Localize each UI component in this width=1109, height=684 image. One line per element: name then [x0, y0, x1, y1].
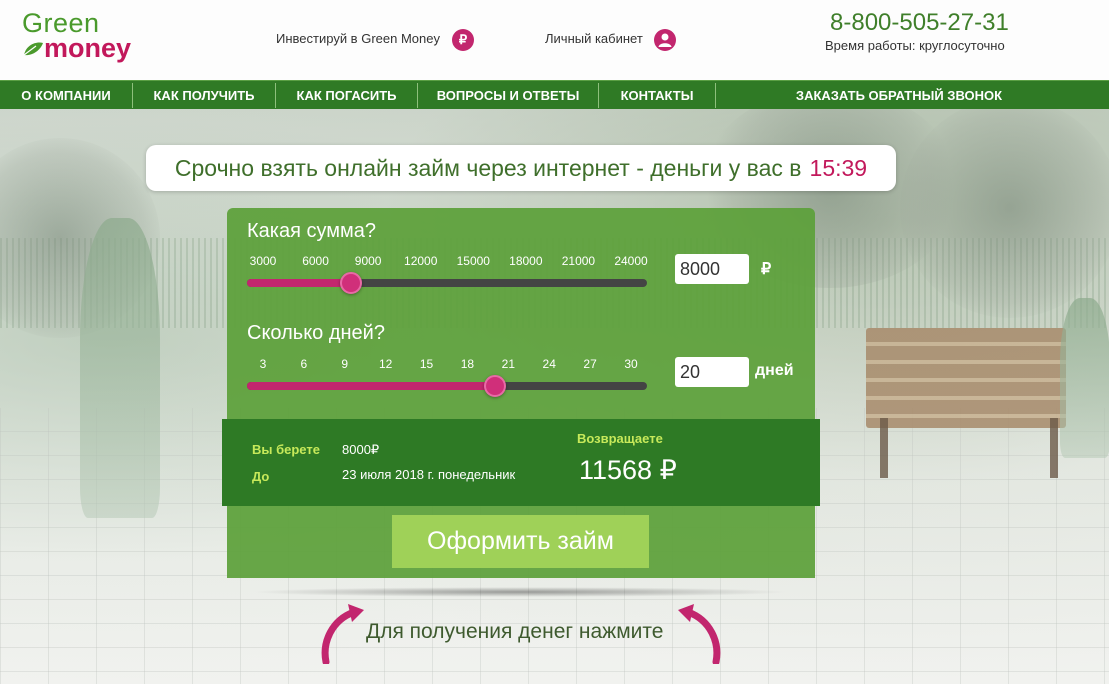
loan-calculator: Какая сумма? 3000 6000 9000 12000 15000 18000…: [222, 208, 820, 578]
days-unit: дней: [755, 362, 794, 379]
ruble-icon[interactable]: ₽: [452, 29, 474, 51]
amount-tick: 21000: [561, 254, 596, 268]
amount-tick: 12000: [404, 254, 438, 268]
amount-slider-fill: [247, 279, 351, 287]
nav-item-faq[interactable]: ВОПРОСЫ И ОТВЕТЫ: [418, 81, 598, 110]
amount-tick: 18000: [509, 254, 543, 268]
apply-hint: Для получения денег нажмите: [366, 620, 664, 643]
days-tick: 12: [378, 357, 393, 371]
return-value: 11568 ₽: [579, 455, 677, 485]
days-slider[interactable]: [247, 375, 647, 397]
account-link-label[interactable]: Личный кабинет: [545, 31, 643, 46]
leaf-icon: [23, 42, 43, 56]
nav-item-about[interactable]: О КОМПАНИИ: [0, 81, 132, 110]
nav-item-how-to-repay[interactable]: КАК ПОГАСИТЬ: [276, 81, 417, 110]
days-tick: 9: [341, 357, 349, 371]
days-title: Сколько дней?: [247, 322, 385, 344]
days-tick: 21: [501, 357, 516, 371]
days-tick: 3: [259, 357, 267, 371]
return-label: Возвращаете: [577, 431, 663, 446]
main-nav: О КОМПАНИИ КАК ПОЛУЧИТЬ КАК ПОГАСИТЬ ВОП…: [0, 80, 1109, 109]
days-slider-fill: [247, 382, 495, 390]
nav-item-callback[interactable]: ЗАКАЗАТЬ ОБРАТНЫЙ ЗВОНОК: [716, 81, 1082, 110]
days-slider-handle[interactable]: [483, 375, 506, 397]
until-value: 23 июля 2018 г. понедельник: [342, 467, 516, 482]
take-label: Вы берете: [252, 442, 320, 457]
days-ticks: 3 6 9 12 15 18 21 24 27 30: [247, 357, 647, 373]
take-value: 8000₽: [342, 442, 380, 457]
headline-banner: Срочно взять онлайн займ через интернет …: [146, 145, 896, 191]
days-tick: 24: [542, 357, 556, 371]
logo-text-money: money: [44, 33, 132, 63]
amount-title: Какая сумма?: [247, 220, 376, 242]
apply-loan-button[interactable]: Оформить займ: [392, 515, 649, 568]
nav-item-how-to-get[interactable]: КАК ПОЛУЧИТЬ: [133, 81, 275, 110]
amount-input[interactable]: [675, 254, 749, 284]
amount-slider-handle[interactable]: [339, 272, 362, 294]
days-tick: 30: [624, 357, 638, 371]
days-tick: 18: [460, 357, 475, 371]
amount-tick: 15000: [456, 254, 490, 268]
headline-text: Срочно взять онлайн займ через интернет …: [174, 155, 802, 181]
curved-arrow-left-icon: [321, 604, 364, 664]
invest-link-label[interactable]: Инвестируй в Green Money: [276, 31, 440, 46]
work-hours: Время работы: круглосуточно: [825, 38, 1005, 53]
days-input[interactable]: [675, 357, 749, 387]
amount-tick: 3000: [249, 254, 277, 268]
days-tick: 6: [300, 357, 308, 371]
logo[interactable]: Green money: [22, 8, 162, 68]
amount-slider[interactable]: [247, 272, 647, 294]
user-icon[interactable]: [654, 29, 676, 51]
days-tick: 27: [583, 357, 597, 371]
curved-arrow-right-icon: [678, 604, 721, 664]
site-header: Green money Инвестируй в Green Money ₽ Л…: [0, 0, 1109, 80]
ruble-unit: ₽: [761, 261, 772, 278]
until-label: До: [252, 469, 270, 484]
amount-tick: 9000: [354, 254, 382, 268]
amount-ticks: 3000 6000 9000 12000 15000 18000 21000 24000: [247, 254, 648, 270]
headline-time: 15:39: [809, 155, 868, 181]
loan-summary: Вы берете 8000₽ До 23 июля 2018 г. понед…: [222, 419, 820, 506]
panel-shadow: [250, 587, 790, 597]
nav-item-contacts[interactable]: КОНТАКТЫ: [599, 81, 715, 110]
amount-tick: 6000: [302, 254, 329, 268]
days-tick: 15: [419, 357, 434, 371]
amount-tick: 24000: [614, 254, 648, 268]
phone-number[interactable]: 8-800-505-27-31: [830, 9, 1009, 37]
